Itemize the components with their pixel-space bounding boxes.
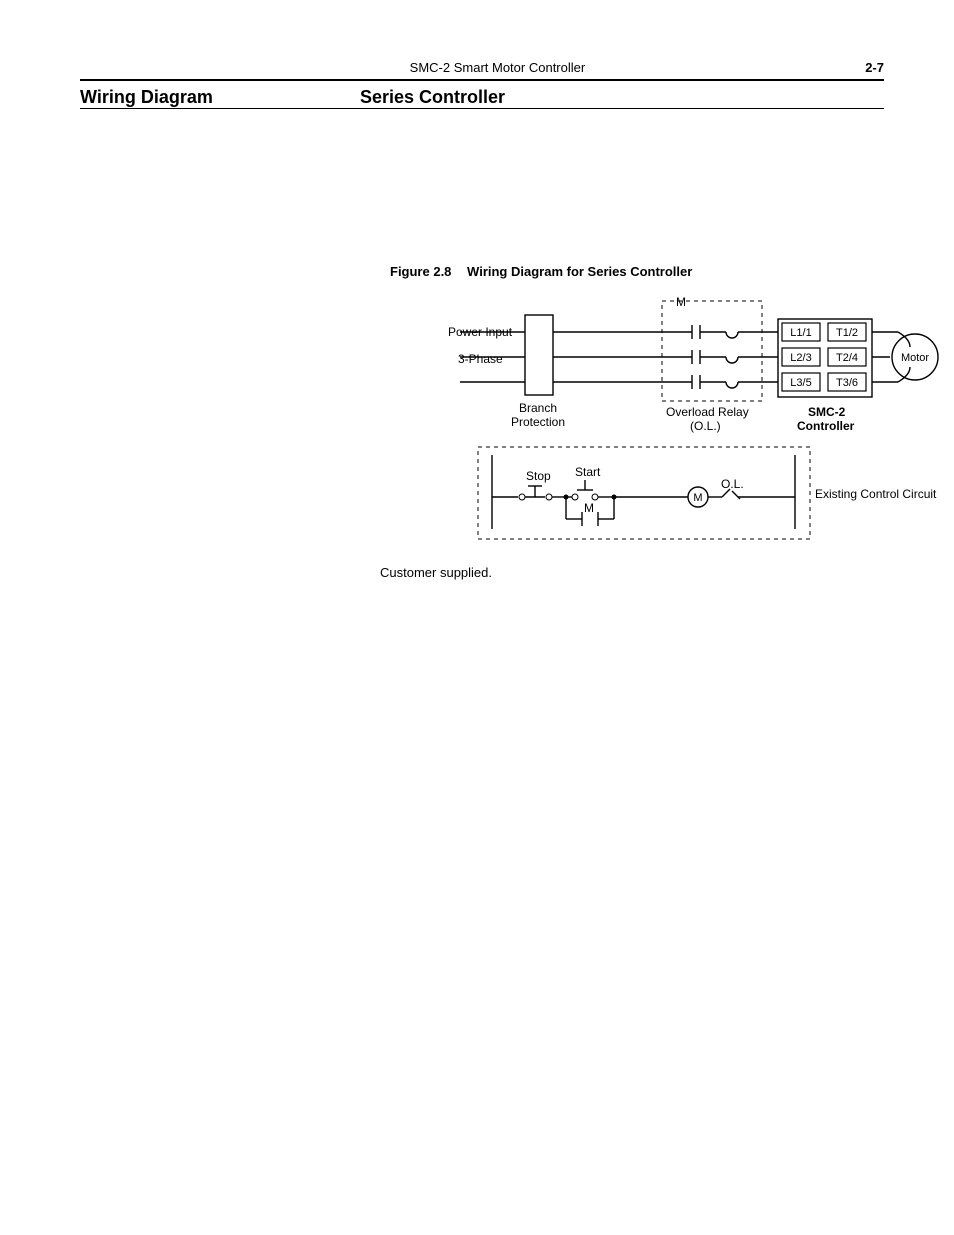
terminal-t1: T1/2 bbox=[836, 327, 858, 339]
terminal-l1: L1/1 bbox=[790, 327, 811, 339]
motor-label: Motor bbox=[901, 352, 929, 364]
m-contactor-label: M bbox=[676, 295, 686, 309]
figure-number: Figure 2.8 bbox=[390, 264, 451, 279]
terminal-t3: T3/6 bbox=[836, 377, 858, 389]
controller-label-1: SMC-2 bbox=[808, 405, 845, 419]
overload-label-1: Overload Relay bbox=[666, 405, 749, 419]
figure-footnote: Customer supplied. bbox=[380, 565, 884, 580]
m-aux-label: M bbox=[584, 501, 594, 515]
ol-contact-label: O.L. bbox=[721, 477, 744, 491]
start-label: Start bbox=[575, 465, 600, 479]
branch-label-1: Branch bbox=[519, 401, 557, 415]
overload-label-2: (O.L.) bbox=[690, 419, 721, 433]
stop-label: Stop bbox=[526, 469, 551, 483]
terminal-l2: L2/3 bbox=[790, 352, 811, 364]
existing-label: Existing Control Circuit bbox=[815, 487, 936, 501]
section-title-right: Series Controller bbox=[360, 87, 884, 108]
branch-label-2: Protection bbox=[511, 415, 565, 429]
three-phase-label: 3-Phase bbox=[458, 352, 503, 366]
wiring-diagram: L1/1 T1/2 L2/3 T2/4 L3/5 T3/6 M Motor Po… bbox=[370, 297, 954, 547]
rule-thick bbox=[80, 79, 884, 81]
section-title-left: Wiring Diagram bbox=[80, 87, 360, 108]
terminal-t2: T2/4 bbox=[836, 352, 858, 364]
rule-thin bbox=[80, 108, 884, 109]
terminal-l3: L3/5 bbox=[790, 377, 811, 389]
figure-caption: Wiring Diagram for Series Controller bbox=[467, 264, 692, 279]
controller-label-2: Controller bbox=[797, 419, 854, 433]
running-header: SMC-2 Smart Motor Controller bbox=[410, 60, 586, 75]
page-number: 2-7 bbox=[865, 60, 884, 75]
coil-m-label: M bbox=[693, 492, 702, 504]
power-input-label: Power Input bbox=[448, 325, 512, 339]
